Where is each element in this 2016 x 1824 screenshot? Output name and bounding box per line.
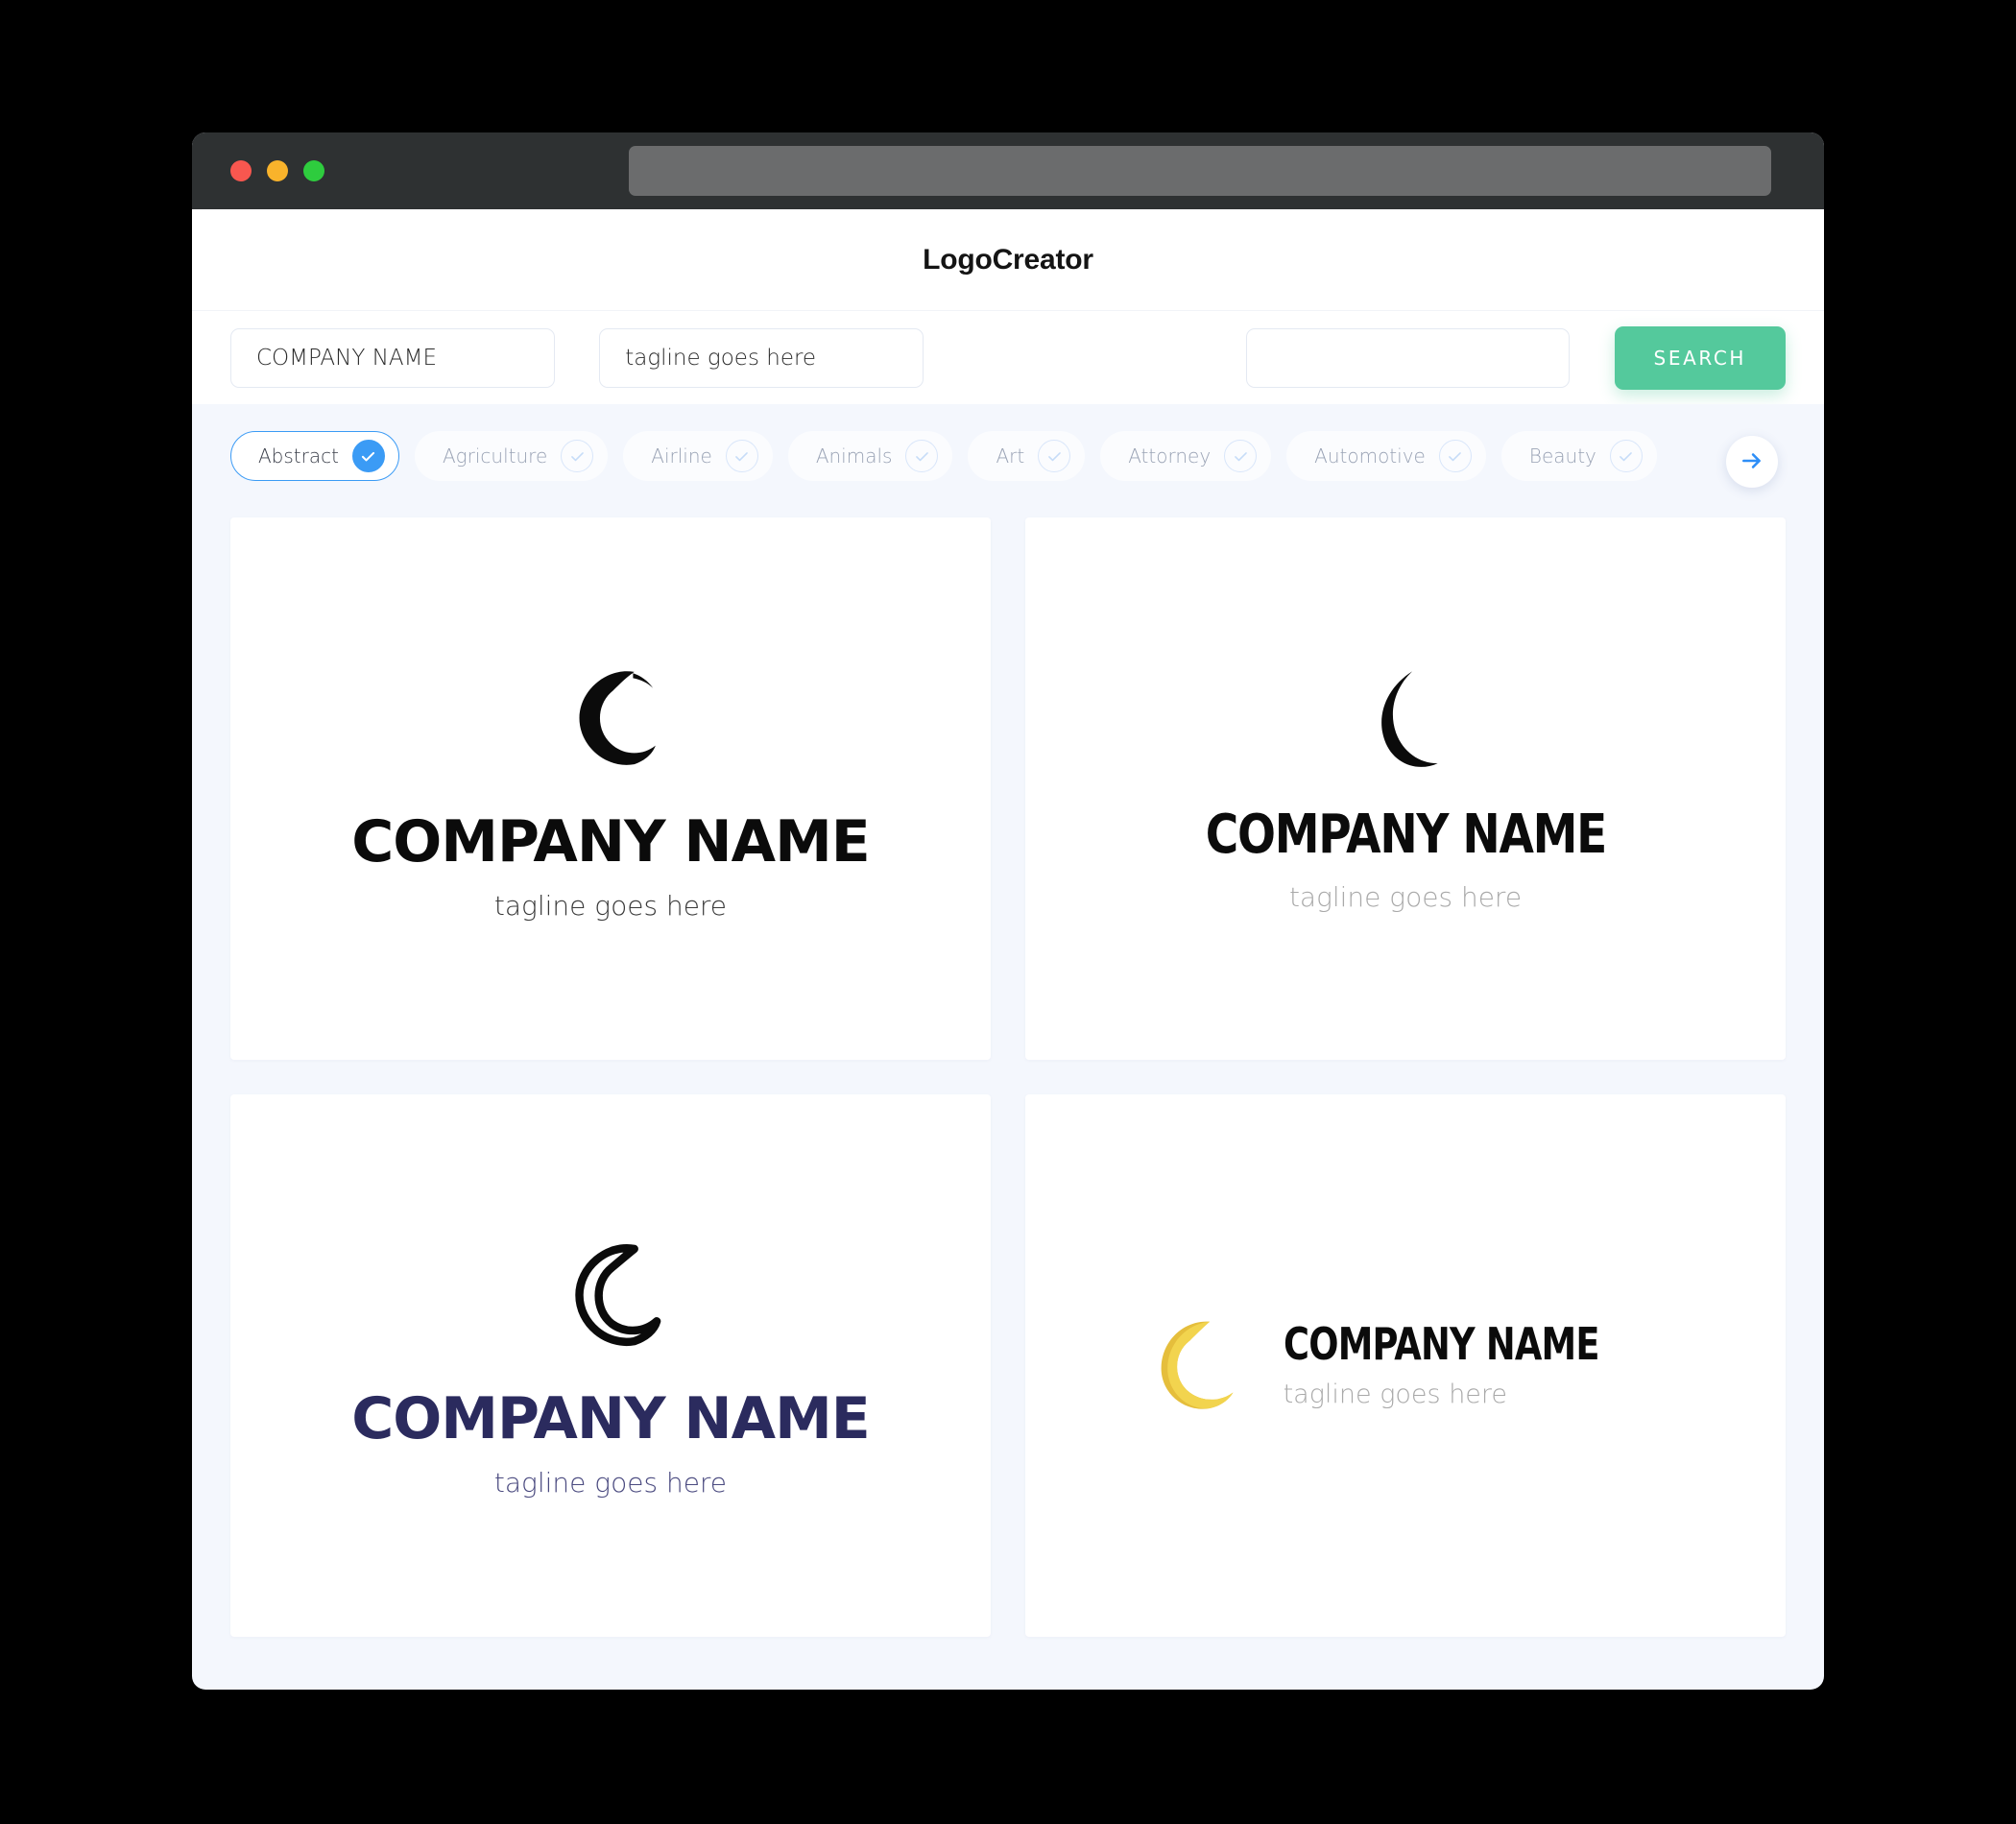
logo-company-name: COMPANY NAME bbox=[351, 1385, 871, 1452]
minimize-button[interactable] bbox=[267, 160, 288, 181]
logo-card[interactable]: COMPANY NAME tagline goes here bbox=[1025, 517, 1786, 1060]
category-pill-attorney[interactable]: Attorney bbox=[1100, 431, 1272, 481]
tagline-input[interactable]: tagline goes here bbox=[599, 327, 924, 388]
categories-next-button[interactable] bbox=[1726, 436, 1778, 488]
screenshot-root: LogoCreator COMPANY NAME tagline goes he… bbox=[0, 0, 2016, 1824]
check-icon bbox=[1038, 440, 1071, 472]
category-label: Abstract bbox=[258, 444, 339, 468]
check-icon bbox=[351, 440, 385, 472]
logo-preview: COMPANY NAME tagline goes here bbox=[351, 656, 871, 922]
crescent-moon-outline-icon bbox=[548, 1233, 673, 1357]
company-name-input[interactable]: COMPANY NAME bbox=[230, 327, 556, 388]
crescent-moon-filled-icon bbox=[548, 656, 673, 780]
logo-tagline: tagline goes here bbox=[1288, 881, 1523, 913]
category-label: Beauty bbox=[1528, 444, 1596, 468]
category-pill-automotive[interactable]: Automotive bbox=[1286, 431, 1486, 481]
logo-card[interactable]: COMPANY NAME tagline goes here bbox=[230, 1094, 991, 1637]
category-pill-agriculture[interactable]: Agriculture bbox=[414, 431, 609, 481]
maximize-button[interactable] bbox=[303, 160, 324, 181]
crescent-moon-thin-icon bbox=[1348, 664, 1463, 780]
logo-text-block: COMPANY NAME tagline goes here bbox=[1284, 1322, 1678, 1409]
browser-titlebar bbox=[192, 132, 1824, 209]
logo-tagline: tagline goes here bbox=[1283, 1380, 1508, 1409]
crescent-moon-yellow-icon bbox=[1134, 1313, 1239, 1419]
keyword-input[interactable] bbox=[1246, 327, 1570, 388]
logo-tagline: tagline goes here bbox=[493, 890, 728, 922]
logo-preview: COMPANY NAME tagline goes here bbox=[1134, 1313, 1678, 1419]
category-label: Automotive bbox=[1314, 444, 1426, 468]
logo-results-grid: COMPANY NAME tagline goes here COMPANY N… bbox=[192, 508, 1824, 1675]
app-header: LogoCreator bbox=[192, 209, 1824, 310]
logo-company-name: COMPANY NAME bbox=[351, 808, 871, 876]
logo-card[interactable]: COMPANY NAME tagline goes here bbox=[230, 517, 991, 1060]
address-bar[interactable] bbox=[629, 146, 1771, 196]
check-icon bbox=[1224, 440, 1258, 472]
category-pill-abstract[interactable]: Abstract bbox=[230, 431, 399, 481]
category-label: Attorney bbox=[1128, 444, 1212, 468]
logo-company-name: COMPANY NAME bbox=[1205, 804, 1607, 866]
check-icon bbox=[725, 440, 758, 472]
category-pill-beauty[interactable]: Beauty bbox=[1500, 431, 1657, 481]
search-button[interactable]: SEARCH bbox=[1614, 325, 1786, 390]
logo-company-name: COMPANY NAME bbox=[1283, 1318, 1599, 1370]
close-button[interactable] bbox=[230, 160, 252, 181]
category-label: Airline bbox=[651, 444, 712, 468]
logo-card[interactable]: COMPANY NAME tagline goes here bbox=[1025, 1094, 1786, 1637]
page-title: LogoCreator bbox=[923, 243, 1093, 276]
category-pill-art[interactable]: Art bbox=[968, 431, 1086, 481]
search-toolbar: COMPANY NAME tagline goes here SEARCH bbox=[192, 310, 1824, 404]
logo-preview: COMPANY NAME tagline goes here bbox=[351, 1233, 871, 1499]
check-icon bbox=[905, 440, 939, 472]
browser-window: LogoCreator COMPANY NAME tagline goes he… bbox=[192, 132, 1824, 1690]
check-icon bbox=[1609, 440, 1643, 472]
logo-preview: COMPANY NAME tagline goes here bbox=[1167, 664, 1644, 913]
logo-tagline: tagline goes here bbox=[493, 1467, 728, 1499]
window-controls bbox=[230, 160, 324, 181]
category-filter-bar: Abstract Agriculture Airline Animals Art… bbox=[192, 404, 1824, 508]
check-icon bbox=[1438, 440, 1472, 472]
category-pill-animals[interactable]: Animals bbox=[787, 431, 953, 481]
check-icon bbox=[561, 440, 594, 472]
category-label: Agriculture bbox=[442, 444, 548, 468]
category-label: Animals bbox=[815, 444, 893, 468]
arrow-right-icon bbox=[1740, 448, 1764, 476]
category-pill-airline[interactable]: Airline bbox=[623, 431, 773, 481]
category-label: Art bbox=[996, 444, 1025, 468]
